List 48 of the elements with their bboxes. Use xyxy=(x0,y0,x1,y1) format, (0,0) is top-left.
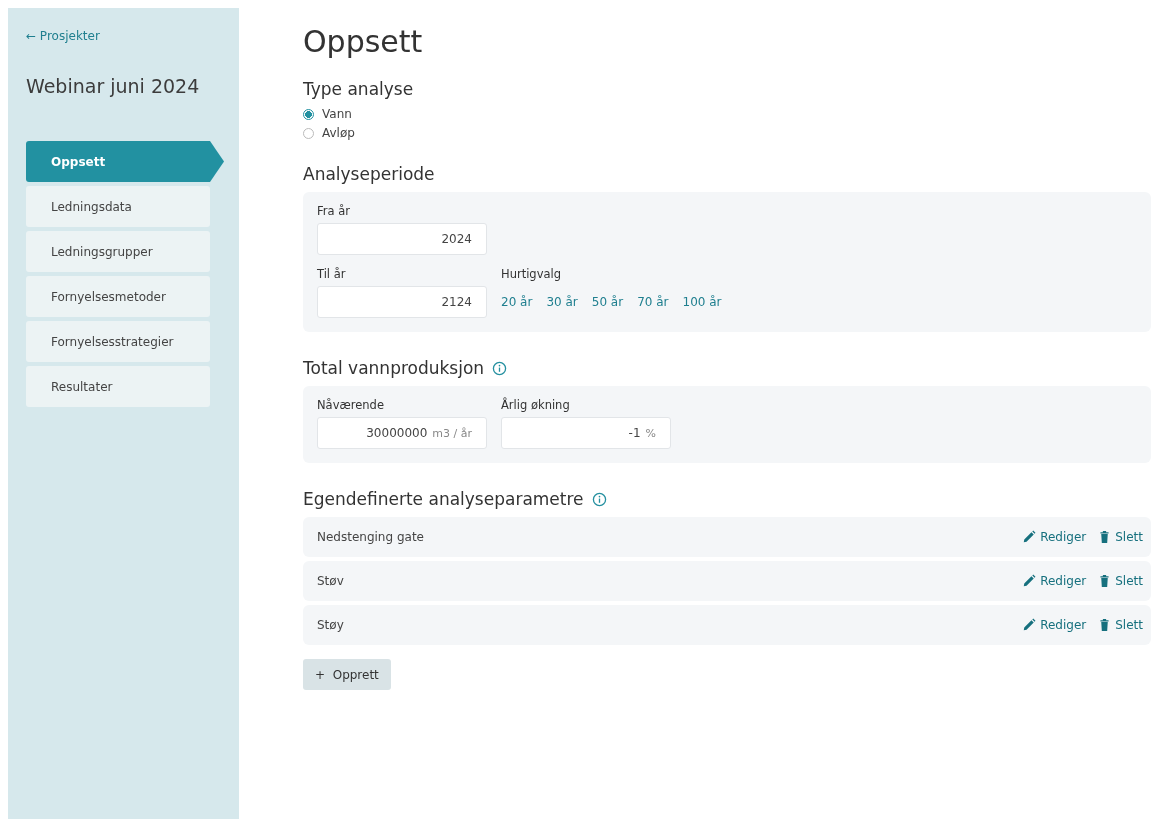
parameter-name: Nedstenging gate xyxy=(317,530,424,544)
quick-select-link[interactable]: 100 år xyxy=(682,295,722,309)
pencil-icon xyxy=(1022,530,1037,544)
quick-select-link[interactable]: 70 år xyxy=(637,295,669,309)
input-field[interactable]: 2124 xyxy=(317,286,487,318)
section-heading: Type analyse xyxy=(303,79,415,99)
field-label: Fra år xyxy=(317,204,351,218)
create-button[interactable]: + Opprett xyxy=(303,659,391,690)
input-field[interactable]: 2024 xyxy=(317,223,487,255)
edit-button[interactable]: Rediger xyxy=(1022,618,1087,632)
edit-button[interactable]: Rediger xyxy=(1022,574,1087,588)
nav-item[interactable]: Fornyelsesmetoder xyxy=(26,276,210,317)
input-field[interactable]: 30000000 m3 / år xyxy=(317,417,487,449)
nav-item[interactable]: Ledningsgrupper xyxy=(26,231,210,272)
project-title: Webinar juni 2024 xyxy=(26,75,201,97)
field-label: Årlig økning xyxy=(501,398,571,412)
section-heading: Total vannproduksjon xyxy=(303,358,485,378)
info-icon[interactable] xyxy=(591,491,607,507)
nav-item[interactable]: Ledningsdata xyxy=(26,186,210,227)
input-field[interactable]: -1 % xyxy=(501,417,671,449)
radio-button[interactable] xyxy=(303,108,314,120)
trash-icon xyxy=(1098,574,1112,588)
trash-icon xyxy=(1098,618,1112,632)
field-label: Til år xyxy=(317,267,347,281)
delete-button[interactable]: Slett xyxy=(1098,574,1143,588)
edit-button[interactable]: Rediger xyxy=(1022,530,1087,544)
radio-label[interactable]: Vann xyxy=(322,107,352,121)
info-icon[interactable] xyxy=(492,360,508,376)
parameter-name: Støy xyxy=(317,618,344,632)
pencil-icon xyxy=(1022,618,1037,632)
nav-item[interactable]: Fornyelsesstrategier xyxy=(26,321,210,362)
quick-select-link[interactable]: 20 år xyxy=(501,295,533,309)
page-title: Oppsett xyxy=(303,24,424,59)
parameter-name: Støv xyxy=(317,574,344,588)
quick-select-link[interactable]: 30 år xyxy=(546,295,578,309)
trash-icon xyxy=(1098,530,1112,544)
delete-button[interactable]: Slett xyxy=(1098,618,1143,632)
section-heading: Egendefinerte analyseparametre xyxy=(303,489,584,509)
nav-item[interactable]: Resultater xyxy=(26,366,210,407)
nav-item[interactable]: Oppsett xyxy=(26,141,224,182)
field-label: Nåværende xyxy=(317,398,385,412)
delete-button[interactable]: Slett xyxy=(1098,530,1143,544)
field-label: Hurtigvalg xyxy=(501,267,562,281)
back-link[interactable]: ← Prosjekter xyxy=(26,29,239,43)
section-heading: Analyseperiode xyxy=(303,164,436,184)
pencil-icon xyxy=(1022,574,1037,588)
quick-select-link[interactable]: 50 år xyxy=(591,295,624,309)
radio-label[interactable]: Avløp xyxy=(322,126,355,140)
